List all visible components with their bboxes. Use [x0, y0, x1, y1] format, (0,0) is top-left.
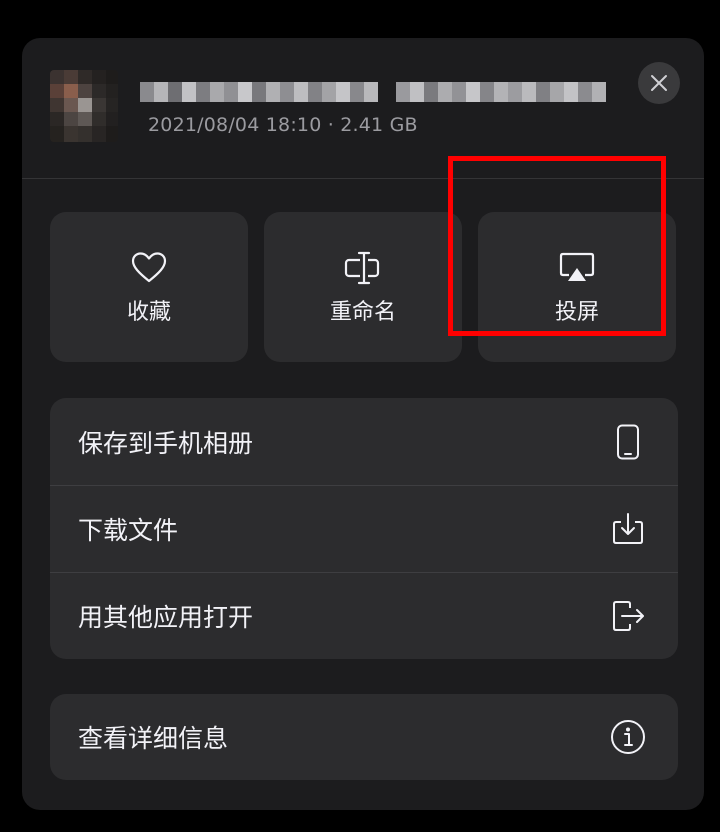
view-details-label: 查看详细信息 — [78, 724, 229, 753]
save-to-album-label: 保存到手机相册 — [78, 428, 254, 458]
download-icon — [610, 511, 646, 547]
action-list: 保存到手机相册 下载文件 用其他应用打开 — [50, 398, 678, 659]
open-external-icon — [610, 598, 646, 634]
close-icon — [651, 75, 667, 91]
blurred-filename-icon — [140, 78, 608, 106]
rename-label: 重命名 — [329, 300, 396, 325]
view-details-item[interactable]: 查看详细信息 — [50, 694, 678, 780]
favorite-button[interactable]: 收藏 — [50, 212, 248, 362]
file-header: 2021/08/04 18:10 · 2.41 GB — [22, 38, 704, 179]
favorite-label: 收藏 — [126, 300, 171, 325]
cast-label: 投屏 — [554, 300, 599, 325]
info-icon — [610, 719, 646, 755]
heart-icon — [129, 248, 169, 288]
download-file-item[interactable]: 下载文件 — [50, 485, 678, 572]
blurred-thumbnail-icon — [50, 70, 118, 142]
airplay-icon — [557, 248, 597, 288]
quick-actions: 收藏 重命名 投屏 — [50, 212, 678, 362]
open-with-label: 用其他应用打开 — [78, 603, 254, 632]
cast-button[interactable]: 投屏 — [478, 212, 676, 362]
details-list: 查看详细信息 — [50, 694, 678, 780]
download-file-label: 下载文件 — [78, 516, 179, 545]
save-to-album-item[interactable]: 保存到手机相册 — [50, 398, 678, 485]
file-action-sheet: 2021/08/04 18:10 · 2.41 GB 收藏 重命名 投屏 保存到… — [22, 38, 704, 810]
phone-icon — [610, 424, 646, 460]
rename-button[interactable]: 重命名 — [264, 212, 462, 362]
open-with-item[interactable]: 用其他应用打开 — [50, 572, 678, 659]
file-meta: 2021/08/04 18:10 · 2.41 GB — [148, 114, 418, 136]
close-button[interactable] — [638, 62, 680, 104]
rename-icon — [343, 248, 383, 288]
